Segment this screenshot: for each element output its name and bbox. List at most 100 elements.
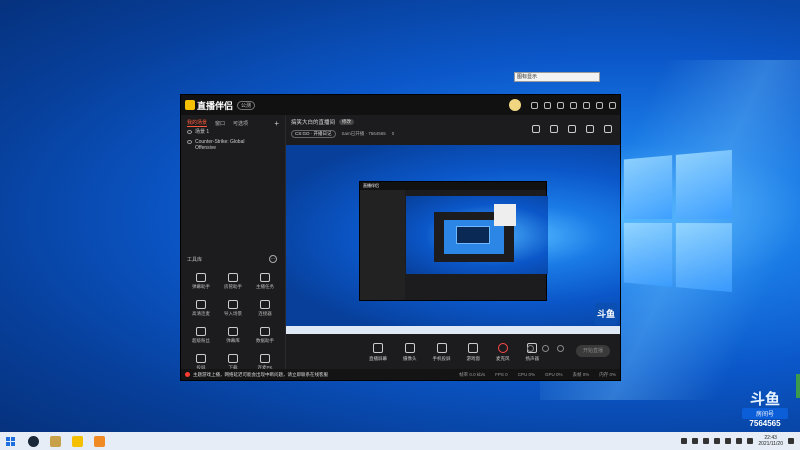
maximize-icon[interactable] bbox=[596, 101, 603, 109]
phone-icon bbox=[436, 342, 447, 353]
tool-label: 主播任务 bbox=[256, 284, 274, 289]
bell-icon[interactable] bbox=[586, 125, 594, 133]
taskbar-app-douyu[interactable] bbox=[90, 434, 108, 448]
tooltip: 图标显示 bbox=[514, 72, 600, 82]
tool-item[interactable]: 高清连麦 bbox=[185, 300, 217, 317]
menu-icon[interactable] bbox=[570, 101, 577, 109]
tool-icon bbox=[196, 273, 206, 282]
lock-icon[interactable] bbox=[550, 125, 558, 133]
preview-nested-controls bbox=[406, 274, 546, 300]
tool-label: 连接器 bbox=[258, 311, 272, 316]
share-icon[interactable] bbox=[568, 125, 576, 133]
misc-controls bbox=[527, 345, 564, 352]
eye-icon[interactable] bbox=[187, 140, 192, 144]
taskbar: 22:43 2021/11/20 bbox=[0, 432, 800, 450]
notification-icon[interactable] bbox=[788, 438, 794, 444]
taskbar-app-csgo[interactable] bbox=[46, 434, 64, 448]
tool-label: 高清连麦 bbox=[192, 311, 210, 316]
network-icon[interactable] bbox=[725, 438, 732, 444]
microphone-icon[interactable] bbox=[692, 438, 699, 444]
volume-icon[interactable] bbox=[736, 438, 743, 444]
tool-item[interactable]: 房管助手 bbox=[217, 273, 249, 290]
tab-options[interactable]: 可选项 bbox=[233, 120, 248, 127]
edit-title-button[interactable]: 修改 bbox=[339, 118, 355, 125]
tool-item[interactable]: 数据助手 bbox=[249, 327, 281, 344]
gift-icon[interactable] bbox=[557, 101, 564, 109]
room-label: 房间号 bbox=[742, 408, 788, 419]
scene-label: 场景 1 bbox=[195, 129, 210, 135]
clock[interactable]: 22:43 2021/11/20 bbox=[758, 435, 783, 447]
douyu-logo: 斗鱼 bbox=[749, 391, 780, 408]
camera-icon bbox=[404, 342, 415, 353]
room-info: Sam已开播 · 7564565 bbox=[341, 130, 386, 136]
avatar[interactable] bbox=[509, 99, 521, 111]
stat-item: CPU 0% bbox=[517, 371, 535, 377]
tab-my-scenes[interactable]: 我的场景 bbox=[187, 119, 208, 127]
minimize-icon[interactable] bbox=[583, 101, 590, 109]
settings-icon[interactable] bbox=[544, 101, 551, 109]
settings-icon[interactable] bbox=[604, 125, 612, 133]
person-icon[interactable] bbox=[681, 438, 688, 444]
tool-item[interactable]: 主播任务 bbox=[249, 273, 281, 290]
preview-nested-window: 直播伴侣 bbox=[359, 181, 548, 301]
tool-item[interactable]: 弹幕助手 bbox=[185, 273, 217, 290]
play-icon bbox=[468, 342, 479, 353]
screen-capture-button[interactable]: 直播屏幕 bbox=[369, 342, 387, 362]
tool-item[interactable]: 连接器 bbox=[249, 300, 281, 317]
tab-window[interactable]: 窗口 bbox=[215, 120, 225, 127]
add-scene-button[interactable]: + bbox=[274, 119, 279, 128]
left-panel: 我的场景 窗口 可选项 + 场景 1 Counter-Strike: Globa… bbox=[181, 115, 286, 371]
warning-message[interactable]: 主题游戏上播，网络延迟可能会出现中断问题，请立即联系在线客服 bbox=[185, 372, 328, 378]
tools-grid: 弹幕助手 房管助手 主播任务 高清连麦 导入场景 连接器 超级粉丝 弹幕库 数据… bbox=[185, 273, 281, 371]
category-selector[interactable]: CS:GO · 开播日记 bbox=[291, 129, 336, 138]
live-companion-window[interactable]: 直播伴侣 公测 我的场景 窗口 可选项 + 场景 1 Counter-Strik… bbox=[180, 94, 621, 381]
taskbar-app-livecompanion[interactable] bbox=[68, 434, 86, 448]
microphone-button[interactable]: 麦克风 bbox=[496, 342, 510, 362]
tool-item[interactable]: 导入场景 bbox=[217, 300, 249, 317]
app-tray-icon[interactable] bbox=[714, 438, 721, 444]
tools-title: 工具库 bbox=[187, 257, 203, 263]
microphone-icon bbox=[497, 342, 508, 353]
beta-badge[interactable]: 公测 bbox=[237, 100, 256, 110]
scene-item[interactable]: 场景 1 bbox=[181, 127, 285, 137]
record-icon[interactable] bbox=[527, 345, 534, 352]
gear-icon[interactable] bbox=[557, 345, 564, 352]
start-button[interactable] bbox=[0, 432, 20, 450]
game-window-button[interactable]: 游戏窗 bbox=[467, 342, 480, 362]
tool-icon bbox=[196, 300, 206, 309]
tool-label: 弹幕助手 bbox=[192, 284, 210, 289]
arrow-up-icon[interactable] bbox=[703, 438, 710, 444]
tool-icon bbox=[260, 273, 270, 282]
status-bar: 主题游戏上播，网络延迟可能会出现中断问题，请立即联系在线客服 帧率 0.0 kb… bbox=[181, 369, 620, 380]
stream-stats: 帧率 0.0 kb/s FPS 0 CPU 0% GPU 0% 丢帧 0% 内存… bbox=[459, 372, 616, 378]
system-tray: 22:43 2021/11/20 bbox=[681, 435, 800, 447]
eye-icon[interactable] bbox=[187, 130, 192, 134]
info-icon[interactable] bbox=[542, 345, 549, 352]
more-tools-button[interactable]: ⋯ bbox=[269, 255, 277, 263]
stat-item: 丢帧 0% bbox=[572, 371, 590, 377]
close-icon[interactable] bbox=[609, 101, 616, 109]
tool-icon bbox=[260, 354, 270, 363]
camera-button[interactable]: 摄像头 bbox=[403, 342, 417, 362]
heat-count: 0 bbox=[391, 131, 395, 136]
tool-label: 超级粉丝 bbox=[192, 338, 210, 343]
control-label: 直播屏幕 bbox=[369, 355, 387, 361]
tool-label: 房管助手 bbox=[224, 284, 242, 289]
go-live-button[interactable]: 开始直播 bbox=[576, 345, 610, 357]
tool-item[interactable]: 超级粉丝 bbox=[185, 327, 217, 344]
scene-item[interactable]: Counter-Strike: Global Offensive bbox=[181, 137, 285, 153]
warning-icon bbox=[185, 372, 190, 377]
title-bar[interactable]: 直播伴侣 公测 bbox=[181, 95, 620, 115]
stat-item: 帧率 0.0 kb/s bbox=[459, 371, 486, 377]
gift-box-icon[interactable] bbox=[532, 125, 540, 133]
side-edge-widget[interactable] bbox=[796, 374, 800, 398]
message-icon[interactable] bbox=[531, 101, 538, 109]
tool-icon bbox=[196, 327, 206, 336]
tool-icon bbox=[260, 300, 270, 309]
stat-item: 内存 0% bbox=[599, 371, 616, 377]
stream-preview[interactable]: 直播伴侣 斗鱼 bbox=[286, 145, 620, 334]
phone-cast-button[interactable]: 手机投屏 bbox=[433, 342, 451, 362]
tool-item[interactable]: 弹幕库 bbox=[217, 327, 249, 344]
taskbar-app-steam[interactable] bbox=[24, 434, 42, 448]
input-method-icon[interactable] bbox=[747, 438, 754, 444]
